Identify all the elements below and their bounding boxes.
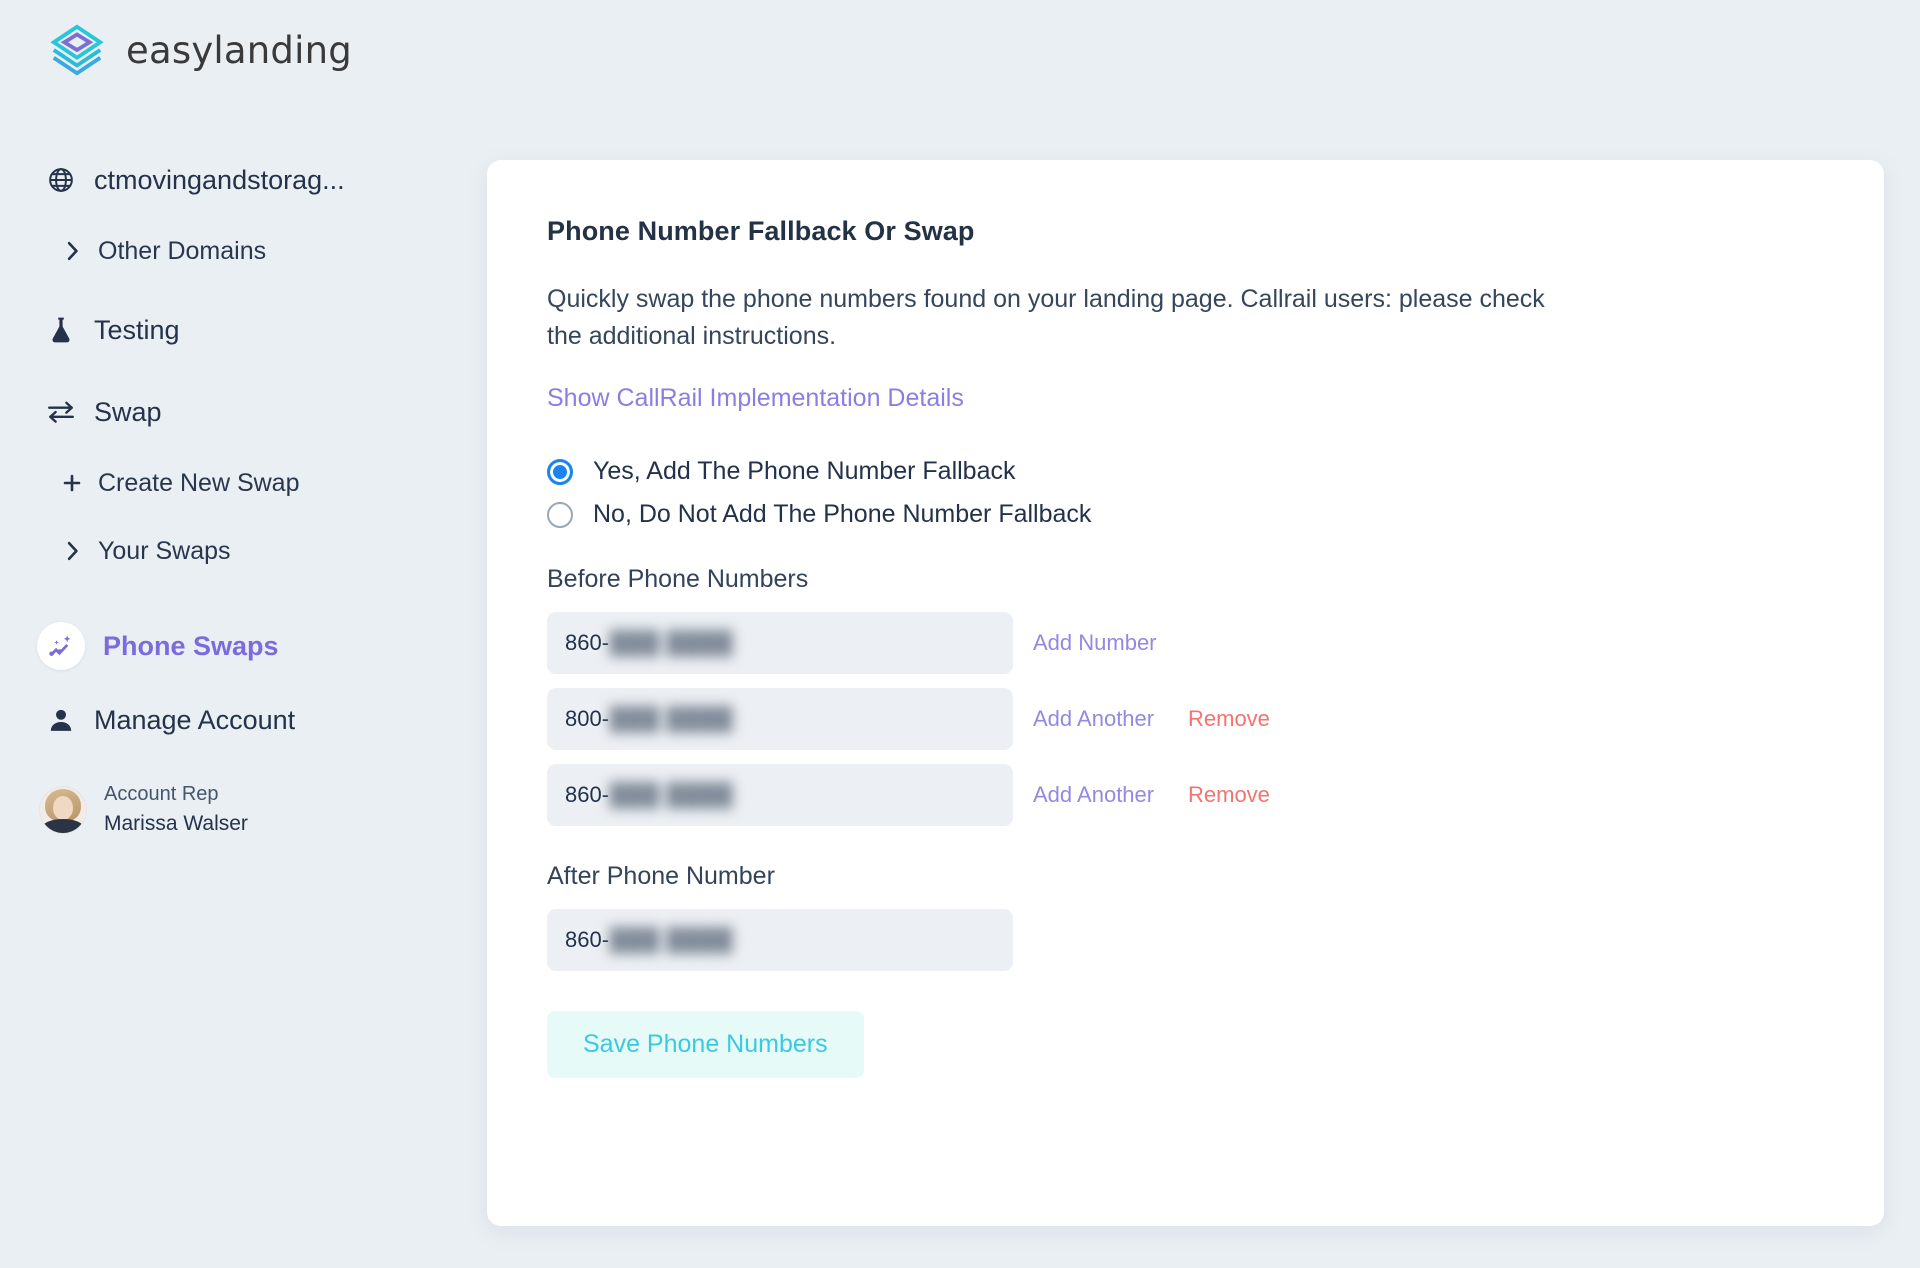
sidebar-item-other-domains-label: Other Domains	[98, 236, 267, 265]
before-phone-input-3[interactable]: 860- ███ ████	[547, 764, 1013, 826]
sidebar-item-swap[interactable]: Swap	[0, 386, 487, 438]
sidebar-item-phone-swaps-label: Phone Swaps	[103, 630, 279, 661]
show-callrail-details-link[interactable]: Show CallRail Implementation Details	[547, 384, 964, 413]
person-icon	[46, 705, 76, 735]
remove-link-3[interactable]: Remove	[1188, 782, 1270, 808]
sidebar: easylanding ctmovingandstorag... Other D…	[0, 0, 487, 1268]
remove-link-2[interactable]: Remove	[1188, 706, 1270, 732]
after-number-row: 860- ███ ████	[547, 909, 1824, 971]
main-content: Phone Number Fallback Or Swap Quickly sw…	[487, 0, 1920, 1268]
before-row-actions-2: Add Another Remove	[1033, 706, 1270, 732]
before-number-row-2: 800- ███ ████ Add Another Remove	[547, 688, 1824, 750]
before-phone-input-1[interactable]: 860- ███ ████	[547, 612, 1013, 674]
globe-icon	[46, 165, 76, 195]
before-phone-masked-3: ███ ████	[610, 782, 734, 807]
add-number-link-1[interactable]: Add Number	[1033, 630, 1188, 656]
before-phone-masked-2: ███ ████	[610, 706, 734, 731]
sidebar-item-manage-account-label: Manage Account	[94, 704, 296, 735]
page-title: Phone Number Fallback Or Swap	[547, 216, 975, 246]
sidebar-item-domain[interactable]: ctmovingandstorag...	[0, 154, 487, 206]
add-another-link-2[interactable]: Add Another	[1033, 706, 1188, 732]
sidebar-item-manage-account[interactable]: Manage Account	[0, 694, 487, 746]
before-number-row-1: 860- ███ ████ Add Number	[547, 612, 1824, 674]
radio-option-no[interactable]: No, Do Not Add The Phone Number Fallback	[547, 500, 1824, 529]
sidebar-nav: ctmovingandstorag... Other Domains Testi…	[0, 154, 487, 839]
account-rep-text: Account Rep Marissa Walser	[104, 780, 248, 839]
layered-diamond-logo-icon	[46, 21, 108, 79]
sidebar-item-your-swaps-label: Your Swaps	[98, 536, 231, 565]
sidebar-item-swap-label: Swap	[94, 396, 162, 427]
before-number-row-3: 860- ███ ████ Add Another Remove	[547, 764, 1824, 826]
after-phone-masked: ███ ████	[610, 927, 734, 952]
brand-name: easylanding	[126, 28, 352, 72]
radio-yes-indicator[interactable]	[547, 458, 573, 485]
sidebar-item-other-domains[interactable]: Other Domains	[0, 228, 487, 274]
brand[interactable]: easylanding	[0, 0, 487, 78]
sidebar-item-testing-label: Testing	[94, 314, 180, 345]
app-root: easylanding ctmovingandstorag... Other D…	[0, 0, 1920, 1268]
sidebar-item-your-swaps[interactable]: Your Swaps	[0, 528, 487, 574]
sidebar-item-phone-swaps[interactable]: Phone Swaps	[0, 620, 487, 672]
before-row-actions-1: Add Number	[1033, 630, 1188, 656]
before-phone-prefix-2: 800-	[565, 706, 610, 731]
analytics-sparkle-icon	[37, 622, 85, 670]
plus-icon	[62, 472, 82, 494]
radio-no-label: No, Do Not Add The Phone Number Fallback	[593, 500, 1092, 528]
after-phone-prefix: 860-	[565, 927, 610, 952]
phone-swap-card: Phone Number Fallback Or Swap Quickly sw…	[487, 160, 1884, 1226]
account-rep[interactable]: Account Rep Marissa Walser	[0, 780, 487, 839]
radio-yes-label: Yes, Add The Phone Number Fallback	[593, 457, 1016, 485]
before-row-actions-3: Add Another Remove	[1033, 782, 1270, 808]
sidebar-item-create-new-swap-label: Create New Swap	[98, 468, 300, 497]
flask-icon	[46, 315, 76, 345]
before-phone-masked-1: ███ ████	[610, 630, 734, 655]
page-description: Quickly swap the phone numbers found on …	[547, 285, 1545, 350]
swap-arrows-icon	[46, 397, 76, 427]
add-another-link-3[interactable]: Add Another	[1033, 782, 1188, 808]
before-phone-numbers-label: Before Phone Numbers	[547, 565, 809, 593]
account-rep-name: Marissa Walser	[104, 812, 248, 835]
sidebar-item-create-new-swap[interactable]: Create New Swap	[0, 460, 487, 506]
before-phone-prefix-1: 860-	[565, 630, 610, 655]
chevron-right-icon	[62, 540, 82, 562]
radio-option-yes[interactable]: Yes, Add The Phone Number Fallback	[547, 457, 1824, 486]
sidebar-item-domain-label: ctmovingandstorag...	[94, 164, 345, 195]
chevron-right-icon	[62, 240, 82, 262]
avatar	[40, 786, 86, 833]
after-phone-number-label: After Phone Number	[547, 862, 775, 890]
after-phone-input[interactable]: 860- ███ ████	[547, 909, 1013, 971]
radio-no-indicator[interactable]	[547, 501, 573, 528]
save-phone-numbers-button[interactable]: Save Phone Numbers	[547, 1011, 864, 1078]
sidebar-item-testing[interactable]: Testing	[0, 304, 487, 356]
account-rep-role: Account Rep	[104, 783, 219, 805]
before-phone-input-2[interactable]: 800- ███ ████	[547, 688, 1013, 750]
before-phone-prefix-3: 860-	[565, 782, 610, 807]
